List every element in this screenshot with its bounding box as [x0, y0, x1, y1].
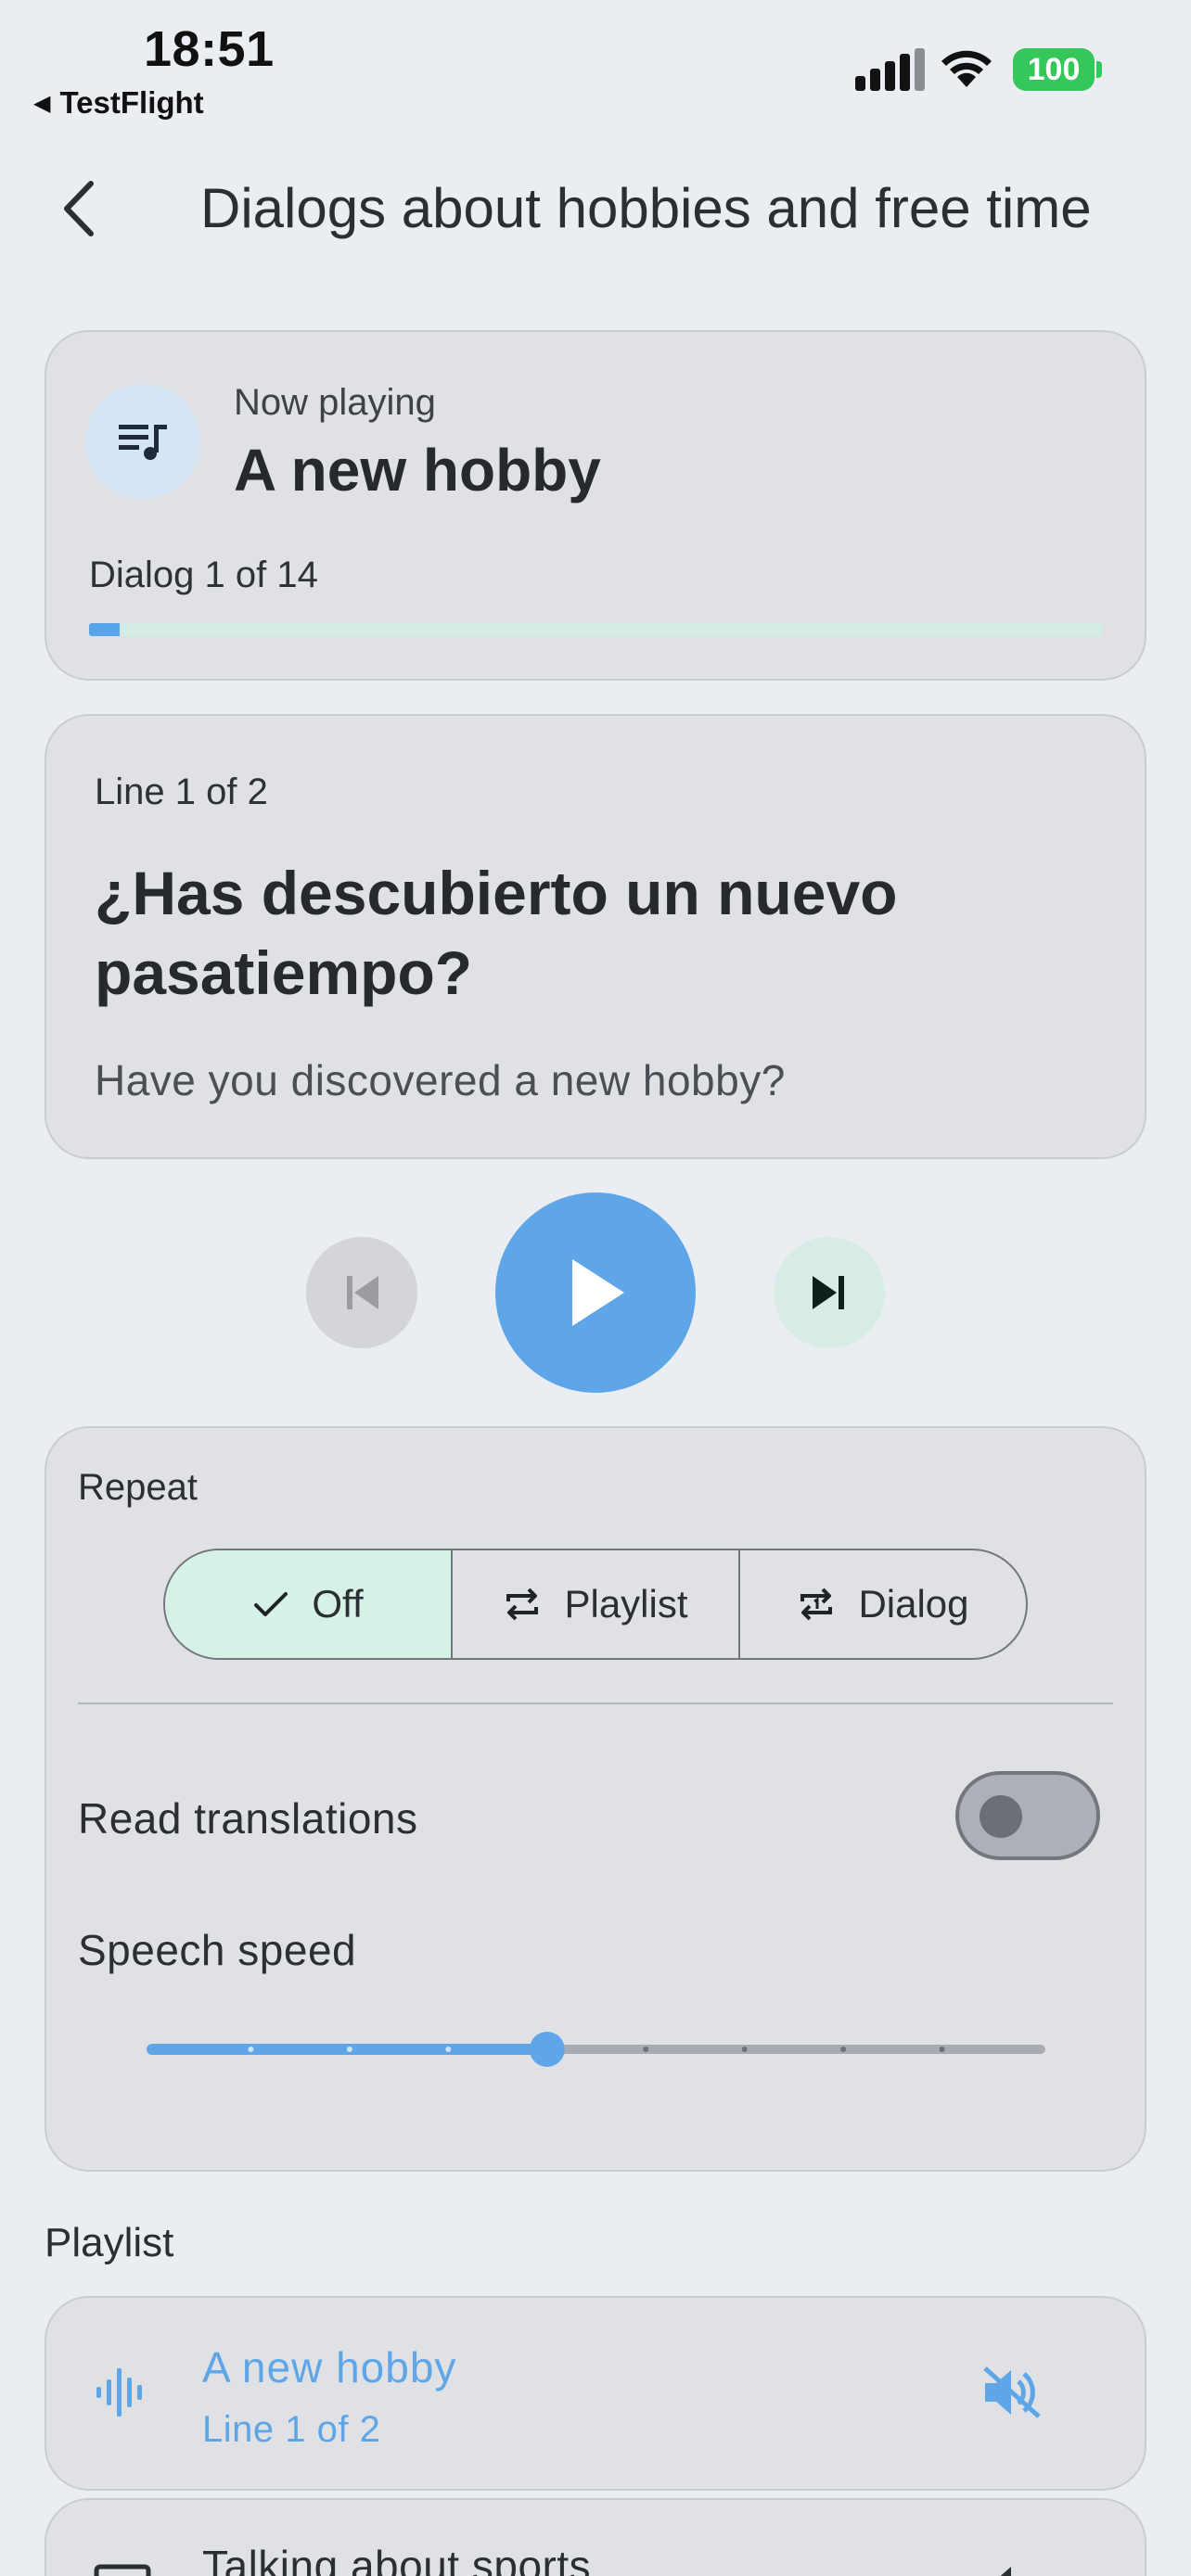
repeat-dialog-option[interactable]: Dialog: [740, 1550, 1026, 1658]
line-text: ¿Has descubierto un nuevo pasatiempo?: [95, 859, 898, 1007]
read-translations-label: Read translations: [78, 1794, 418, 1843]
repeat-segmented-control: Off Playlist Dialog: [163, 1549, 1028, 1660]
settings-divider: [78, 1702, 1113, 1704]
page-title: Dialogs about hobbies and free time: [200, 177, 1092, 239]
dialog-count: Dialog 1 of 14: [89, 555, 318, 595]
status-time: 18:51: [144, 21, 275, 77]
play-icon: [572, 1259, 624, 1326]
now-playing-title: A new hobby: [234, 437, 601, 504]
read-translations-toggle[interactable]: [955, 1771, 1100, 1860]
slider-tick: [643, 2047, 649, 2052]
repeat-playlist-label: Playlist: [564, 1582, 688, 1626]
slider-tick: [840, 2047, 847, 2052]
volume-icon[interactable]: [981, 2561, 1043, 2576]
back-to-app-link[interactable]: ◀ TestFlight: [33, 85, 204, 121]
chevron-left-icon[interactable]: [54, 176, 106, 241]
playlist-item-subtitle: Line 1 of 2: [202, 2409, 381, 2450]
playlist-heading: Playlist: [45, 2220, 174, 2265]
toggle-knob: [980, 1795, 1022, 1838]
next-button[interactable]: [774, 1237, 885, 1348]
slider-tick: [248, 2047, 254, 2052]
check-icon: [254, 1592, 288, 1616]
slider-tick: [939, 2047, 945, 2052]
slider-thumb[interactable]: [529, 2032, 565, 2067]
repeat-icon: [506, 1588, 539, 1621]
skip-next-icon: [813, 1276, 844, 1309]
dialog-progress-bar: [89, 623, 1102, 636]
repeat-one-icon: [800, 1588, 833, 1621]
battery-tip: [1096, 61, 1102, 78]
playlist-music-icon: [85, 384, 200, 499]
skip-previous-icon: [347, 1276, 378, 1309]
dialog-progress-fill: [89, 623, 120, 636]
audio-wave-icon: [96, 2368, 142, 2417]
slider-tick: [445, 2047, 452, 2052]
playlist-item-title: Talking about sports: [202, 2542, 592, 2576]
line-translation: Have you discovered a new hobby?: [95, 1056, 786, 1104]
speech-speed-label: Speech speed: [78, 1926, 357, 1974]
play-button[interactable]: [495, 1192, 696, 1393]
back-triangle-icon: ◀: [33, 90, 51, 116]
repeat-label: Repeat: [78, 1467, 198, 1508]
back-app-label: TestFlight: [59, 85, 204, 120]
cellular-signal-icon: [855, 48, 925, 91]
now-playing-label: Now playing: [234, 382, 436, 423]
repeat-off-option[interactable]: Off: [165, 1550, 453, 1658]
message-icon: [94, 2564, 151, 2576]
slider-tick: [741, 2047, 748, 2052]
slider-tick: [346, 2047, 352, 2052]
repeat-off-label: Off: [312, 1582, 364, 1626]
battery-icon: 100: [1013, 48, 1095, 91]
repeat-playlist-option[interactable]: Playlist: [453, 1550, 740, 1658]
playlist-item-title: A new hobby: [202, 2343, 457, 2391]
volume-off-icon[interactable]: [981, 2365, 1043, 2420]
previous-button[interactable]: [306, 1237, 417, 1348]
line-count: Line 1 of 2: [95, 772, 268, 812]
wifi-icon: [941, 50, 992, 87]
repeat-dialog-label: Dialog: [858, 1582, 969, 1626]
speech-speed-slider[interactable]: [147, 2031, 1046, 2068]
